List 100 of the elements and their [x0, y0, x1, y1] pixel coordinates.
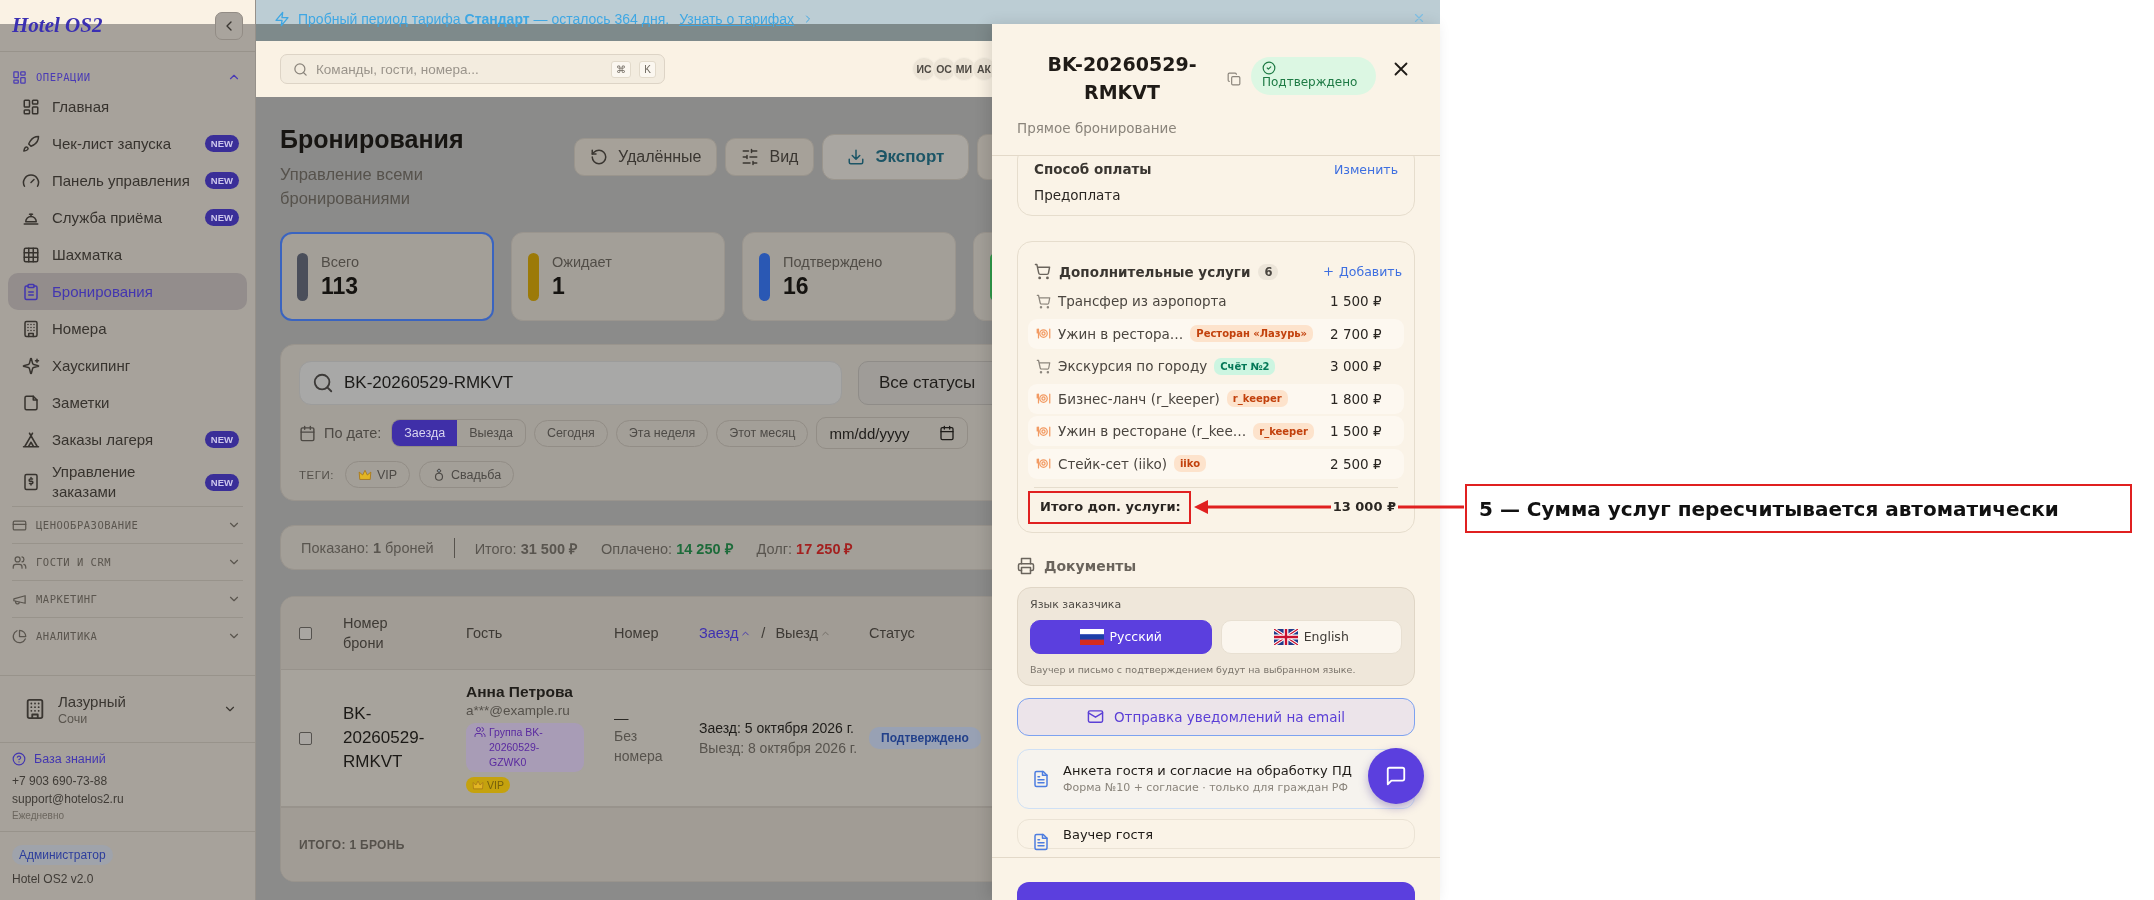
property-city: Сочи — [58, 711, 89, 726]
email-button[interactable]: Отправка уведомлений на email — [1017, 697, 1415, 736]
section-header[interactable]: АНАЛИТИКА — [12, 618, 243, 654]
avatar[interactable]: ИС — [912, 57, 936, 81]
property-selector[interactable]: Лазурный Сочи — [0, 675, 255, 742]
toolbar-button[interactable]: Удалённые — [574, 138, 718, 176]
service-name: Ужин в ресторане (r_kee… — [1058, 423, 1247, 439]
status-badge: Подтверждено — [1251, 57, 1376, 95]
checkout-date: Выезд: 8 октября 2026 г. — [699, 739, 858, 758]
sidebar-item[interactable]: Управление заказами NEW — [8, 458, 247, 506]
document-card[interactable]: Ваучер гостя — [1017, 818, 1415, 849]
email-address: support@hotelos2.ru — [12, 792, 125, 806]
summary-text: Показано: 1 броней — [301, 539, 434, 556]
sidebar-item[interactable]: Шахматка — [8, 236, 247, 273]
service-amount: 1 500 ₽ — [1330, 423, 1383, 439]
segment-button[interactable]: Заезда — [392, 420, 458, 446]
booking-title: BK-20260529-RMKVT — [1046, 52, 1198, 105]
search-field[interactable]: Команды, гости, номера... ⌘ K — [280, 54, 665, 84]
service-amount: 3 000 ₽ — [1330, 358, 1383, 374]
column-header: Номер — [614, 624, 660, 643]
column-header[interactable]: Заезд — [699, 625, 752, 641]
service-name: Ужин в рестора… — [1058, 325, 1184, 342]
summary-text: Оплачено: 14 250 ₽ — [601, 539, 733, 558]
edit-link[interactable]: Изменить — [1333, 161, 1398, 177]
service-name: Трансфер из аэропорта — [1058, 293, 1227, 309]
page-title: Бронирования — [280, 125, 465, 154]
avatar[interactable]: АК — [972, 57, 992, 81]
stat-label: Всего — [321, 253, 360, 270]
stat-value: 113 — [321, 272, 360, 300]
stat-card[interactable]: Ожидает 1 — [511, 232, 725, 321]
service-amount: 1 800 ₽ — [1330, 390, 1383, 407]
column-header: Статус — [869, 624, 916, 643]
avatar[interactable]: ОС — [932, 57, 956, 81]
room-number: — — [614, 710, 630, 726]
sidebar-item[interactable]: Хаускипинг — [8, 347, 247, 384]
service-name: Стейк-сет (iiko) — [1058, 455, 1167, 472]
date-field[interactable]: mm/dd/yyyy — [816, 417, 969, 449]
card-title: Способ оплаты — [1034, 161, 1152, 177]
sidebar-item[interactable]: Бронирования — [8, 273, 247, 310]
booking-number: BK-20260529-RMKVT — [343, 703, 426, 773]
separator: / — [761, 625, 766, 641]
section-header[interactable]: ГОСТИ И CRM — [12, 544, 243, 580]
help-link[interactable]: База знаний — [12, 752, 243, 766]
source-tag: r_keeper — [1253, 422, 1314, 440]
section-header[interactable]: ЦЕНООБРАЗОВАНИЕ — [12, 507, 243, 543]
count-badge: 6 — [1258, 263, 1279, 280]
stat-card[interactable]: Всего 113 — [280, 232, 494, 321]
avatar[interactable]: МИ — [952, 57, 976, 81]
section-header[interactable]: ОПЕРАЦИИ — [0, 66, 255, 88]
column-header: Номер брони — [343, 614, 389, 653]
source-tag: iiko — [1173, 455, 1207, 472]
filter-label: ТЕГИ: — [299, 468, 334, 481]
language-button[interactable]: Русский — [1030, 619, 1212, 654]
stat-card[interactable]: Подтверждено 16 — [742, 232, 956, 321]
section-header[interactable]: МАРКЕТИНГ — [12, 581, 243, 617]
summary-text: Долг: 17 250 ₽ — [756, 539, 853, 558]
banner-text: Пробный период тарифа Стандарт — осталось 364 дня. — [298, 11, 670, 27]
page-subtitle: Управление всеми бронированиями — [280, 164, 424, 209]
group-tag: Группа BK-20260529-GZWK0 — [466, 723, 584, 772]
search-field[interactable]: BK-20260529-RMKVT — [299, 361, 842, 405]
key-hint: ⌘ — [611, 60, 632, 78]
vip-tag: VIP — [466, 777, 510, 793]
service-amount: 2 700 ₽ — [1330, 325, 1383, 342]
export-button[interactable]: Экспорт — [822, 134, 970, 180]
add-link[interactable]: Добавить — [1322, 264, 1402, 279]
search-input[interactable]: Команды, гости, номера... — [316, 61, 604, 77]
guest-name: Анна Петрова — [466, 683, 573, 701]
status-dropdown[interactable]: Все статусы — [858, 361, 992, 405]
key-hint: K — [639, 60, 656, 78]
room-note: Без номера — [614, 727, 664, 766]
sidebar-item[interactable]: Чек-лист запуска NEW — [8, 125, 247, 162]
toolbar-button[interactable]: Вид — [725, 138, 815, 176]
payment-method: Предоплата — [1034, 187, 1122, 203]
role-badge: Администратор — [12, 845, 113, 865]
language-button[interactable]: English — [1220, 619, 1402, 654]
source-tag: Счёт №2 — [1214, 357, 1276, 375]
sidebar-item[interactable]: Заказы лагеря NEW — [8, 421, 247, 458]
stat-label: Ожидает — [552, 253, 612, 270]
new-badge: NEW — [204, 473, 239, 491]
hours-text: Ежедневно — [12, 810, 66, 821]
stat-value: 1 — [552, 272, 566, 300]
service-name: Бизнес-ланч (r_keeper) — [1058, 390, 1220, 407]
column-header[interactable]: Выезд — [775, 625, 832, 641]
search-input[interactable]: BK-20260529-RMKVT — [344, 373, 829, 393]
annotation-label: 5 — Сумма услуг пересчитывается автоматически — [1465, 484, 2132, 533]
service-amount: 1 500 ₽ — [1330, 293, 1383, 309]
sidebar-item[interactable]: Панель управления NEW — [8, 162, 247, 199]
stat-label: Подтверждено — [783, 253, 883, 270]
segment-button[interactable]: Выезда — [457, 420, 525, 446]
phone-number: +7 903 690-73-88 — [12, 774, 109, 788]
source-tag: Ресторан «Лазурь» — [1190, 325, 1314, 342]
new-badge: NEW — [204, 431, 239, 448]
document-card[interactable]: Анкета гостя и согласие на обработку ПД Форма №10 + согласие · только для граждан РФ — [1017, 748, 1415, 809]
total-label: Итого доп. услуги: — [1040, 498, 1181, 514]
sidebar-item[interactable]: Заметки — [8, 384, 247, 421]
sidebar-item[interactable]: Главная — [8, 88, 247, 125]
column-header: Гость — [466, 624, 504, 643]
sidebar-item[interactable]: Номера — [8, 310, 247, 347]
sidebar-item[interactable]: Служба приёма NEW — [8, 199, 247, 236]
date-input[interactable]: mm/dd/yyyy — [829, 424, 934, 442]
